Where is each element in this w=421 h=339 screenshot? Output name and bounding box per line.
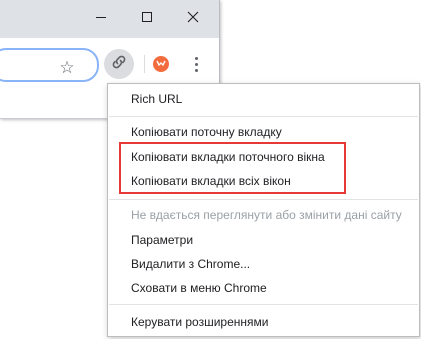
title-bar [0,0,219,38]
star-icon[interactable]: ☆ [58,58,76,76]
maximize-icon [141,10,153,28]
minimize-icon [95,10,107,28]
menu-item-rich-url[interactable]: Rich URL [108,87,419,111]
menu-item-hide-in-menu[interactable]: Сховати в меню Chrome [108,276,419,300]
menu-item-manage-extensions[interactable]: Керувати розширеннями [108,310,419,334]
extension-context-menu: Rich URL Копіювати поточну вкладку Копію… [107,83,420,337]
menu-item-copy-window-tabs[interactable]: Копіювати вкладки поточного вікна [108,145,419,169]
menu-item-site-access: Не вдається переглянути або змінити дані… [131,208,402,222]
kebab-menu-icon[interactable] [188,52,204,76]
close-icon [187,10,199,28]
menu-divider [109,116,418,117]
menu-divider [109,304,418,305]
fox-icon [156,55,166,73]
maximize-button[interactable] [124,4,170,34]
close-window-button[interactable] [170,4,216,34]
address-bar[interactable]: ☆ [0,48,99,82]
menu-divider [109,199,418,200]
fox-extension-button[interactable] [153,56,169,72]
toolbar-divider [144,55,145,73]
link-icon [110,53,128,76]
rich-url-extension-button[interactable] [104,49,134,79]
menu-item-copy-current-tab[interactable]: Копіювати поточну вкладку [108,120,419,144]
menu-item-remove-from-chrome[interactable]: Видалити з Chrome... [108,252,419,276]
minimize-button[interactable] [78,4,124,34]
menu-item-copy-all-windows-tabs[interactable]: Копіювати вкладки всіх вікон [108,169,419,193]
menu-item-options[interactable]: Параметри [108,228,419,252]
